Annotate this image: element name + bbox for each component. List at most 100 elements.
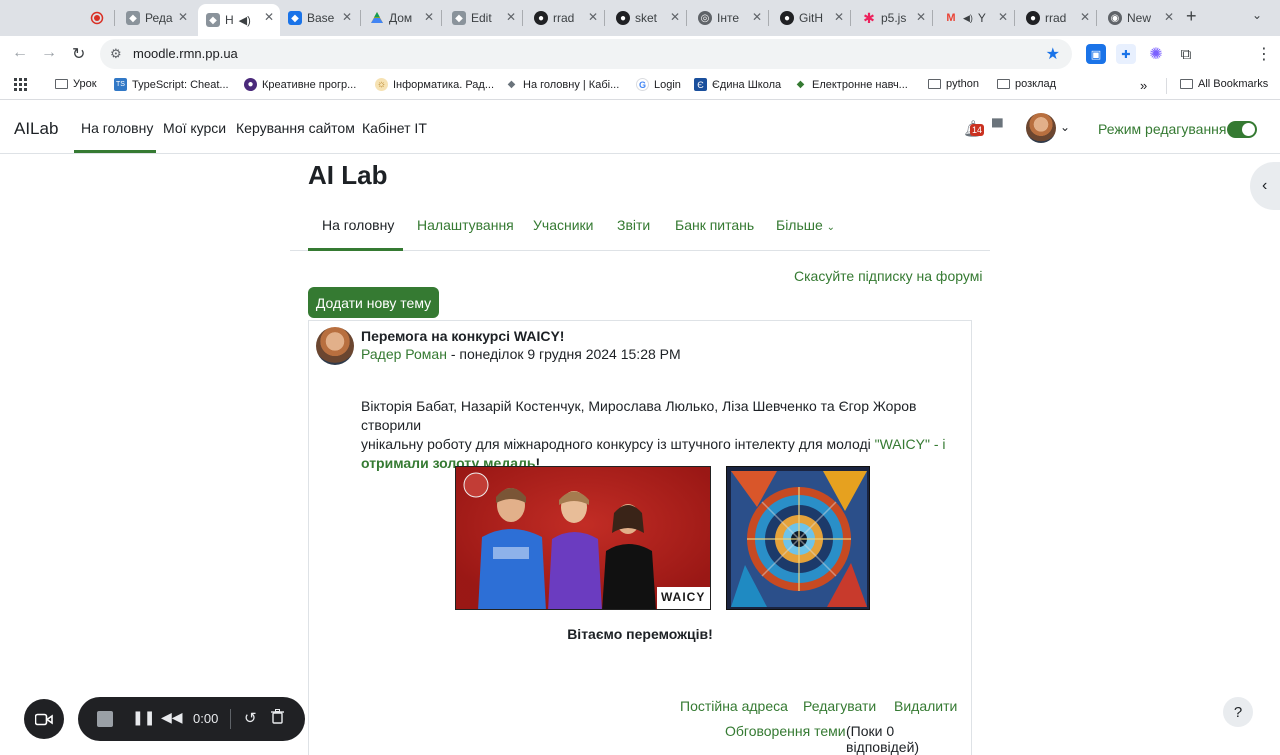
browser-tab[interactable]: ● rrad ✕ — [526, 4, 604, 32]
close-tab-icon[interactable]: ✕ — [670, 10, 680, 24]
add-topic-button[interactable]: Додати нову тему — [308, 287, 439, 318]
author-link[interactable]: Радер Роман — [361, 346, 447, 362]
browser-tab[interactable]: ◎ Інте ✕ — [690, 4, 768, 32]
nav-it-cabinet[interactable]: Кабінет IT — [362, 120, 427, 136]
tab-participants[interactable]: Учасники — [533, 217, 593, 233]
extension-icon[interactable]: ✚ — [1116, 44, 1136, 64]
tab-question-bank[interactable]: Банк питань — [675, 217, 754, 233]
browser-tab[interactable]: ◆ Base ✕ — [280, 4, 358, 32]
tab-title: p5.js — [881, 11, 907, 25]
bookmark[interactable]: G Login — [636, 78, 681, 91]
tab-title: Base — [307, 11, 335, 25]
browser-tab[interactable]: ◆ Реда ✕ — [118, 4, 194, 32]
post-title: Перемога на конкурсі WAICY! — [361, 328, 565, 344]
apps-grid-icon[interactable] — [14, 78, 27, 91]
close-tab-icon[interactable]: ✕ — [424, 10, 434, 24]
close-tab-icon[interactable]: ✕ — [834, 10, 844, 24]
messages-icon[interactable]: ▀ — [992, 119, 1003, 136]
bookmark-star-icon[interactable]: ★ — [1046, 44, 1060, 64]
bookmark-folder[interactable]: розклад — [997, 78, 1056, 90]
more-bookmarks-icon[interactable]: » — [1140, 78, 1147, 93]
bookmarks-bar: Урок TS TypeScript: Cheat... ● Креативне п… — [0, 72, 1280, 100]
recording-time: 0:00 — [193, 711, 219, 726]
speaker-icon[interactable]: ◀) — [963, 13, 973, 24]
close-tab-icon[interactable]: ✕ — [506, 10, 516, 24]
ts-icon: TS — [114, 78, 127, 91]
delete-post-link[interactable]: Видалити — [894, 698, 957, 714]
bookmark-folder[interactable]: python — [928, 78, 979, 90]
browser-tab[interactable]: M ◀) Y ✕ — [936, 4, 1014, 32]
waicy-link[interactable]: "WAICY" - і — [875, 436, 946, 452]
address-bar[interactable]: ⚙ moodle.rmn.pp.ua ★ — [100, 39, 1072, 69]
close-tab-icon[interactable]: ✕ — [178, 10, 188, 24]
edit-post-link[interactable]: Редагувати — [803, 698, 876, 714]
discuss-topic-link[interactable]: Обговорення теми — [725, 723, 846, 739]
tab-home[interactable]: На головну — [322, 217, 394, 233]
browser-tab[interactable]: ◉ New ✕ — [1100, 4, 1180, 32]
bookmark[interactable]: ☼ Інформатика. Рад... — [375, 78, 494, 91]
bookmark[interactable]: ◆ На головну | Кабі... — [505, 78, 620, 91]
nav-my-courses[interactable]: Мої курси — [163, 120, 226, 136]
browser-tab-active[interactable]: ◆ Н ◀) ✕ — [198, 4, 280, 36]
extension-icon[interactable]: ▣ — [1086, 44, 1106, 64]
bookmark[interactable]: TS TypeScript: Cheat... — [114, 78, 229, 91]
close-tab-icon[interactable]: ✕ — [342, 10, 352, 24]
nav-site-admin[interactable]: Керування сайтом — [236, 120, 355, 136]
nav-home[interactable]: На головну — [81, 120, 153, 136]
browser-tab[interactable]: ✱ p5.js ✕ — [854, 4, 932, 32]
new-tab-icon[interactable]: + — [1186, 6, 1197, 27]
close-tab-icon[interactable]: ✕ — [264, 10, 274, 24]
forward-icon[interactable]: → — [41, 44, 57, 62]
secondary-nav: На головну Налаштування Учасники Звіти Б… — [290, 200, 990, 251]
menu-icon[interactable]: ⋮ — [1256, 44, 1272, 64]
bookmark-folder[interactable]: Урок — [55, 78, 97, 90]
close-tab-icon[interactable]: ✕ — [998, 10, 1008, 24]
trash-icon[interactable] — [271, 709, 284, 727]
close-tab-icon[interactable]: ✕ — [916, 10, 926, 24]
bookmark[interactable]: ● Креативне прогр... — [244, 78, 356, 91]
speaker-icon[interactable]: ◀) — [239, 14, 251, 27]
close-tab-icon[interactable]: ✕ — [588, 10, 598, 24]
close-tab-icon[interactable]: ✕ — [1164, 10, 1174, 24]
open-drawer-button[interactable]: ‹ — [1250, 162, 1280, 210]
congrats-text: Вітаємо переможців! — [567, 626, 713, 642]
back-icon[interactable]: ← — [12, 44, 28, 62]
user-avatar[interactable] — [1026, 113, 1056, 143]
bookmark[interactable]: ◆ Електронне навч... — [794, 78, 908, 91]
moodle-icon: ◆ — [507, 79, 516, 90]
browser-tab[interactable]: ◆ Edit ✕ — [444, 4, 522, 32]
pause-icon[interactable]: ❚❚ — [132, 709, 155, 726]
tab-settings[interactable]: Налаштування — [417, 217, 514, 233]
browser-tab[interactable] — [82, 4, 114, 32]
tab-more[interactable]: Більше ⌄ — [776, 217, 835, 233]
all-bookmarks[interactable]: All Bookmarks — [1180, 78, 1268, 90]
tab-search-icon[interactable]: ⌄ — [1252, 8, 1262, 22]
reload-icon[interactable]: ↻ — [72, 44, 85, 64]
url-text[interactable]: moodle.rmn.pp.ua — [133, 46, 238, 61]
permalink-link[interactable]: Постійна адреса — [680, 698, 788, 714]
browser-tab[interactable]: ● rrad ✕ — [1018, 4, 1096, 32]
extension-icon[interactable]: ✺ — [1146, 44, 1166, 64]
help-button[interactable]: ? — [1223, 697, 1253, 727]
edit-mode-toggle[interactable] — [1227, 121, 1257, 138]
tab-reports[interactable]: Звіти — [617, 217, 650, 233]
tab-title: Н — [225, 13, 234, 27]
close-tab-icon[interactable]: ✕ — [1080, 10, 1090, 24]
unsubscribe-link[interactable]: Скасуйте підписку на форумі — [794, 268, 982, 284]
close-tab-icon[interactable]: ✕ — [752, 10, 762, 24]
restart-icon[interactable]: ↺ — [244, 709, 257, 727]
stop-recording-button[interactable] — [97, 711, 113, 727]
camera-button[interactable] — [24, 699, 64, 739]
browser-tab[interactable]: ● GitH ✕ — [772, 4, 850, 32]
post-date: - понеділок 9 грудня 2024 15:28 PM — [446, 346, 681, 362]
extensions-puzzle-icon[interactable]: ⧉ — [1176, 44, 1196, 64]
bookmark[interactable]: Є Єдина Школа — [694, 78, 781, 91]
chevron-down-icon[interactable]: ⌄ — [1060, 120, 1070, 134]
site-brand[interactable]: AILab — [14, 119, 58, 139]
site-info-icon[interactable]: ⚙ — [110, 46, 122, 62]
rewind-icon[interactable]: ◀◀ — [161, 709, 183, 726]
browser-tab[interactable]: ● sket ✕ — [608, 4, 686, 32]
author-avatar[interactable] — [316, 327, 354, 365]
post-text-line: унікальну роботу для міжнародного конкур… — [361, 435, 961, 454]
browser-tab[interactable]: Дом ✕ — [362, 4, 440, 32]
